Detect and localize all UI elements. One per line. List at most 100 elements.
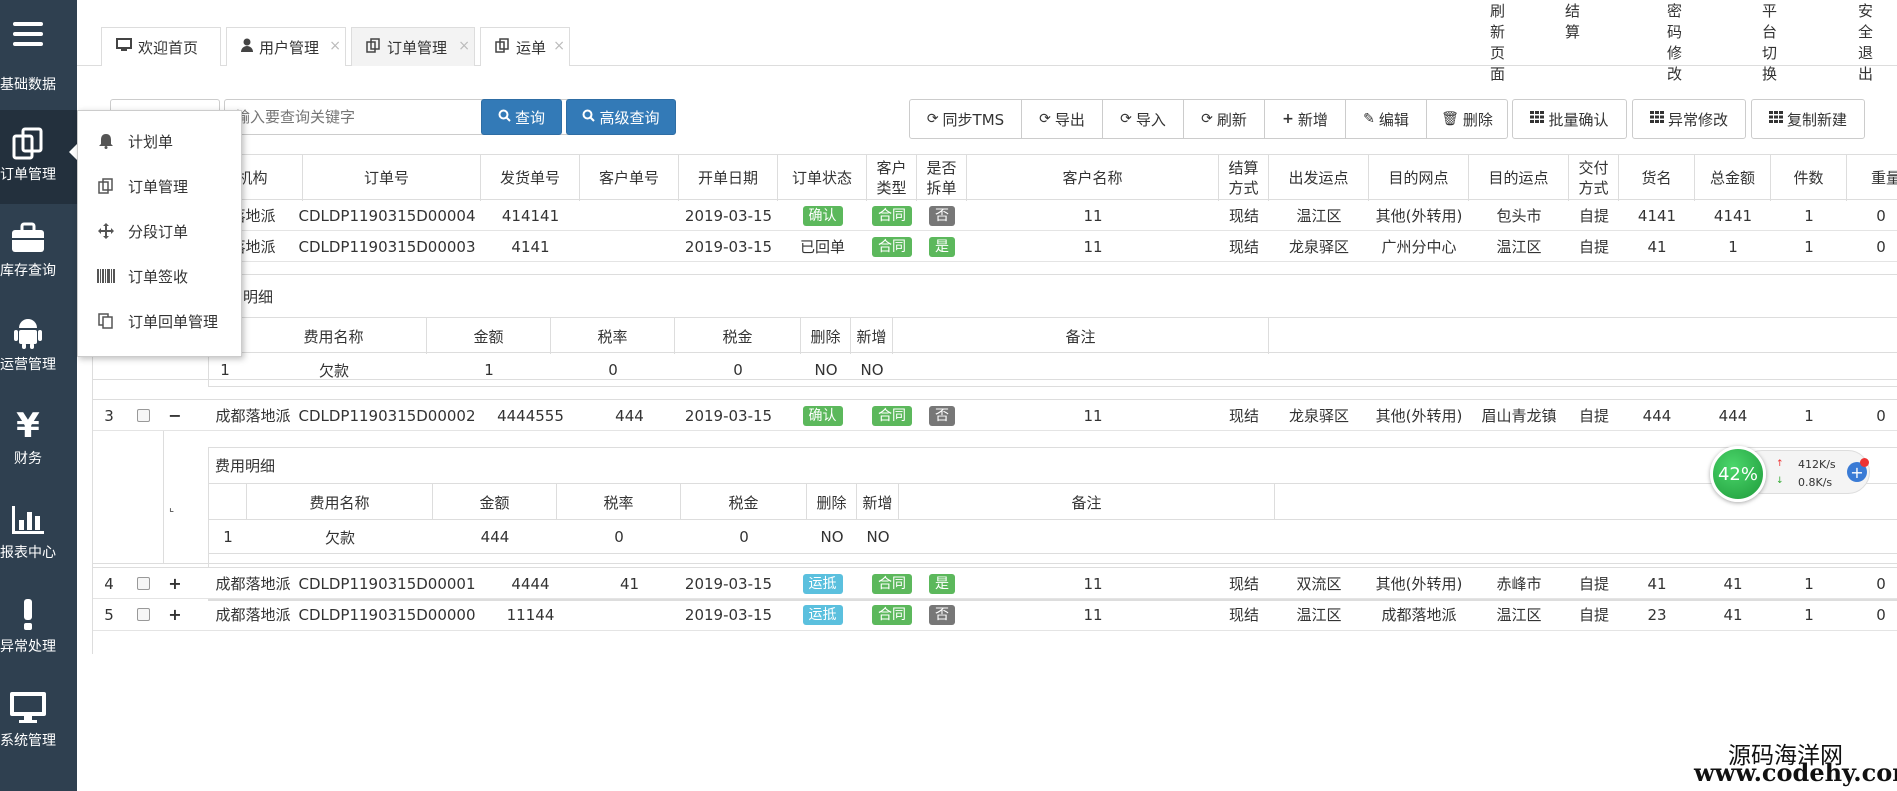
col-amount[interactable]: 总金额 [1695,155,1771,201]
menu-item-order-management[interactable]: 订单管理 [78,164,243,208]
tab-label: 订单管理 [387,38,448,57]
col-from[interactable]: 出发运点 [1269,155,1369,201]
logout-link[interactable]: 安全退出 [1858,0,1873,84]
change-password-link[interactable]: 密码修改 [1667,0,1682,84]
sidebar-item-operations[interactable]: 运营管理 [0,298,77,392]
table-row[interactable]: 5 + 成都落地派 CDLDP1190315D00000 11144 2019-… [93,599,1897,631]
add-button[interactable]: + 新增 [1264,99,1346,139]
edit-button[interactable]: ✎ 编辑 [1345,99,1427,139]
row-checkbox[interactable] [136,608,150,621]
sidebar-item-label: 订单管理 [0,167,56,183]
col-cust-name[interactable]: 客户名称 [967,155,1219,201]
advanced-query-button[interactable]: 高级查询 [566,99,676,135]
sidebar-item-inventory[interactable]: 库存查询 [0,204,77,298]
col-cust-no[interactable]: 客户单号 [580,155,679,201]
monitor-icon [0,686,56,730]
cell-weight: 0 [1876,605,1886,624]
table-row[interactable]: 落地派 CDLDP1190315D00003 4141 2019-03-15 已… [93,231,1897,262]
cell-goods: 4141 [1637,206,1677,225]
cell-delivery: 自提 [1578,575,1609,593]
copy-new-button[interactable]: 复制新建 [1751,99,1865,139]
query-button-label: 查询 [514,108,545,127]
collapse-toggle[interactable]: − [165,400,185,431]
import-button[interactable]: ⟳ 导入 [1102,99,1184,139]
menu-item-segment-order[interactable]: 分段订单 [78,209,243,253]
fee-cell-amount: 444 [480,528,510,546]
col-settle[interactable]: 结算方式 [1219,155,1269,201]
close-icon[interactable]: × [458,38,470,54]
menu-item-receipt-management[interactable]: 订单回单管理 [78,299,243,343]
menu-item-order-signoff[interactable]: 订单签收 [78,254,243,298]
copy-icon [96,178,116,194]
cell-pieces: 1 [1804,206,1814,225]
expand-toggle[interactable]: + [165,568,185,599]
sync-tms-button[interactable]: ⟳ 同步TMS [909,99,1022,139]
menu-item-plan-order[interactable]: 计划单 [78,119,243,163]
col-ship-no[interactable]: 发货单号 [481,155,580,201]
menu-item-label: 计划单 [128,132,174,151]
network-speed-widget[interactable]: 42% ↑ ↓ 412K/s 0.8K/s + [1710,446,1870,502]
exception-edit-button[interactable]: 异常修改 [1632,99,1746,139]
tab-waybill[interactable]: 运单 × [480,27,570,66]
settlement-link[interactable]: 结算 [1565,0,1580,42]
fee-cell-rate: 0 [614,528,624,546]
cell-ship-no: 4141 [511,237,550,256]
col-order-no[interactable]: 订单号 [293,155,481,201]
col-status[interactable]: 订单状态 [778,155,867,201]
sidebar-item-finance[interactable]: ¥ 财务 [0,392,77,486]
sidebar-item-exceptions[interactable]: 异常处理 [0,580,77,674]
col-delivery[interactable]: 交付方式 [1569,155,1619,201]
sidebar-item-system[interactable]: 系统管理 [0,674,77,768]
col-split[interactable]: 是否拆单 [917,155,967,201]
status-badge: 确认 [802,405,843,426]
col-date[interactable]: 开单日期 [679,155,778,201]
fee-col-remark: 备注 [899,484,1275,520]
table-row[interactable]: 3 − 成都落地派 CDLDP1190315D00002 4444555 444… [93,399,1897,431]
refresh-page-link[interactable]: 刷新页面 [1490,0,1505,84]
col-weight[interactable]: 重量 [1847,155,1897,201]
col-dest-site[interactable]: 目的网点 [1369,155,1469,201]
table-row[interactable]: 4 + 成都落地派 CDLDP1190315D00001 4444 41 201… [93,567,1897,599]
tab-user-management[interactable]: 用户管理 × [226,27,346,66]
button-label: 新增 [1297,110,1328,129]
col-dest-point[interactable]: 目的运点 [1469,155,1569,201]
export-button[interactable]: ⟳ 导出 [1021,99,1103,139]
fee-col-delete: 删除 [807,484,857,520]
close-icon[interactable]: × [553,38,565,54]
col-cust-type[interactable]: 客户类型 [867,155,917,201]
close-icon[interactable]: × [329,38,341,54]
delete-button[interactable]: 🗑 删除 [1426,99,1508,139]
cell-cust-no: 444 [615,406,644,425]
refresh-button[interactable]: ⟳ 刷新 [1183,99,1265,139]
sidebar-item-order-management[interactable]: 订单管理 [0,110,77,204]
watermark-url: www.codehy.com [1694,758,1897,787]
tab-welcome[interactable]: 欢迎首页 [101,27,221,66]
download-speed: 0.8K/s [1798,476,1833,489]
cell-delivery: 自提 [1578,606,1609,624]
cell-pieces: 1 [1804,406,1814,425]
query-button[interactable]: 查询 [481,99,562,135]
sidebar-item-reports[interactable]: 报表中心 [0,486,77,580]
cell-ship-no: 414141 [501,206,560,225]
cell-dest-site: 其他(外转用) [1375,407,1463,425]
sidebar-item-label: 基础数据 [0,77,56,93]
row-checkbox[interactable] [136,409,150,422]
batch-confirm-button[interactable]: 批量确认 [1512,99,1627,139]
col-pieces[interactable]: 件数 [1771,155,1847,201]
col-goods[interactable]: 货名 [1619,155,1695,201]
sidebar-item-basic-data[interactable]: 基础数据 [0,0,77,94]
menu-item-label: 订单签收 [128,267,189,286]
cust-type-badge: 合同 [872,604,912,625]
refresh-icon: ⟳ [926,111,939,127]
expand-toggle[interactable]: + [165,599,185,630]
cell-pieces: 1 [1804,237,1814,256]
row-checkbox[interactable] [136,577,150,590]
tab-order-management[interactable]: 订单管理 × [351,27,475,66]
fee-row[interactable]: 1 欠款 1 0 0 NO NO [208,353,1897,387]
fee-cell-no: 1 [223,528,233,546]
split-badge: 是 [929,573,955,594]
table-row[interactable]: 落地派 CDLDP1190315D00004 414141 2019-03-15… [93,200,1897,231]
button-label: 导出 [1054,110,1085,129]
switch-platform-link[interactable]: 平台切换 [1762,0,1777,84]
fee-row[interactable]: 1 欠款 444 0 0 NO NO [209,520,1897,554]
